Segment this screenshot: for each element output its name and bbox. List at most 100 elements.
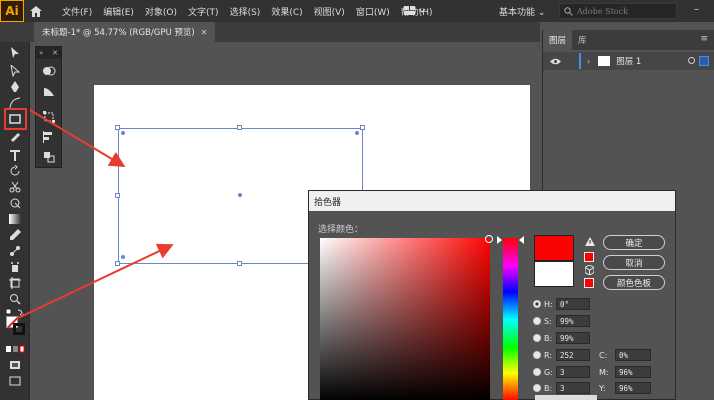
hue-field-row: H: 0°	[533, 297, 590, 311]
ok-button[interactable]: 确定	[603, 235, 665, 250]
tool-flyout-panel: « ✕	[35, 46, 62, 168]
green-label: G:	[544, 367, 553, 377]
blue-label: B:	[544, 383, 553, 393]
workspace-switcher[interactable]: 基本功能 ⌄	[499, 5, 545, 18]
red-radio[interactable]	[533, 351, 541, 359]
brightness-label: B:	[544, 333, 553, 343]
hue-slider[interactable]	[503, 238, 518, 400]
collapse-icon[interactable]: «	[39, 49, 43, 57]
search-placeholder: Adobe Stock	[577, 6, 628, 16]
pathfinder-icon[interactable]	[40, 149, 58, 165]
menu-select[interactable]: 选择(S)	[230, 5, 261, 18]
magenta-label: M:	[599, 367, 609, 377]
eye-icon[interactable]	[547, 58, 563, 65]
new-color-swatch	[534, 235, 574, 261]
align-icon[interactable]	[40, 129, 58, 145]
gamut-color-swatch[interactable]	[584, 252, 594, 262]
green-input[interactable]: 3	[556, 366, 590, 378]
layer-color-bar	[579, 53, 581, 69]
close-icon[interactable]: ✕	[52, 49, 58, 57]
menu-type[interactable]: 文字(T)	[188, 5, 219, 18]
menu-file[interactable]: 文件(F)	[62, 5, 92, 18]
arrange-documents-icon[interactable]	[404, 5, 426, 17]
hue-input[interactable]: 0°	[556, 298, 590, 310]
tab-libraries[interactable]: 库	[572, 30, 593, 50]
green-radio[interactable]	[533, 368, 541, 376]
resize-handle[interactable]	[237, 261, 242, 266]
home-icon[interactable]	[24, 0, 48, 22]
selection-tool-icon[interactable]	[5, 44, 25, 62]
chevron-right-icon[interactable]: ›	[587, 57, 590, 66]
red-field-row: R: 252	[533, 348, 590, 362]
center-point[interactable]	[238, 193, 242, 197]
screen-mode-icon[interactable]	[5, 372, 25, 390]
stock-search-input[interactable]: Adobe Stock	[559, 3, 677, 19]
magenta-input[interactable]: 96%	[615, 366, 651, 378]
anchor-point[interactable]	[355, 131, 359, 135]
tools-panel	[0, 42, 30, 400]
blue-input[interactable]: 3	[556, 382, 590, 394]
stroke-color-swatch[interactable]	[13, 323, 25, 335]
brightness-radio[interactable]	[533, 334, 541, 342]
menu-object[interactable]: 对象(O)	[145, 5, 177, 18]
anchor-point[interactable]	[121, 255, 125, 259]
menu-view[interactable]: 视图(V)	[314, 5, 345, 18]
layers-tab-bar: 图层 库 ≡	[543, 30, 714, 50]
layer-row[interactable]: › 图层 1	[543, 52, 714, 70]
web-safe-cube-icon	[584, 264, 595, 278]
resize-handle[interactable]	[360, 125, 365, 130]
dialog-title: 拾色器	[309, 191, 675, 211]
hue-radio[interactable]	[533, 300, 541, 308]
resize-handle[interactable]	[115, 125, 120, 130]
app-logo: Ai	[0, 0, 24, 22]
close-icon[interactable]: ✕	[201, 28, 208, 37]
menu-window[interactable]: 窗口(W)	[356, 5, 390, 18]
selection-indicator[interactable]	[699, 56, 709, 66]
warning-icon	[585, 237, 595, 249]
blue-field-row: B: 3	[533, 381, 590, 395]
saturation-radio[interactable]	[533, 317, 541, 325]
free-transform-icon[interactable]	[40, 109, 58, 125]
color-field[interactable]	[320, 238, 490, 400]
hex-field-edge	[535, 395, 597, 400]
select-color-label: 选择颜色：	[318, 225, 364, 235]
hue-slider-handle[interactable]	[497, 236, 502, 244]
menu-effect[interactable]: 效果(C)	[271, 5, 302, 18]
flyout-header: « ✕	[36, 47, 61, 59]
yellow-label: Y:	[599, 383, 606, 393]
hue-slider-handle[interactable]	[519, 236, 524, 244]
color-field-marker[interactable]	[485, 235, 493, 243]
color-swatches-button[interactable]: 颜色色板	[603, 275, 665, 290]
rectangle-tool-icon[interactable]	[5, 110, 25, 128]
current-color-swatch[interactable]	[534, 261, 574, 287]
hue-label: H:	[544, 299, 553, 309]
shear-tool-icon[interactable]	[40, 83, 58, 99]
saturation-input[interactable]: 99%	[556, 315, 590, 327]
cyan-field-row: C: 0%	[599, 348, 651, 362]
web-safe-color-swatch[interactable]	[584, 278, 594, 288]
tab-layers[interactable]: 图层	[543, 30, 573, 50]
saturation-field-row: S: 99%	[533, 314, 590, 328]
yellow-input[interactable]: 96%	[615, 382, 651, 394]
panel-menu-icon[interactable]: ≡	[700, 34, 708, 44]
red-input[interactable]: 252	[556, 349, 590, 361]
document-tab[interactable]: 未标题-1* @ 54.77% (RGB/GPU 预览) ✕	[34, 22, 216, 42]
layer-name[interactable]: 图层 1	[616, 55, 641, 67]
target-icon[interactable]	[688, 57, 695, 64]
document-tab-label: 未标题-1* @ 54.77% (RGB/GPU 预览)	[42, 28, 195, 38]
cancel-button[interactable]: 取消	[603, 255, 665, 270]
menu-bar: Ai 文件(F) 编辑(E) 对象(O) 文字(T) 选择(S) 效果(C) 视…	[0, 0, 714, 22]
cyan-input[interactable]: 0%	[615, 349, 651, 361]
chevron-down-icon: ⌄	[537, 8, 546, 18]
resize-handle[interactable]	[115, 261, 120, 266]
brightness-input[interactable]: 99%	[556, 332, 590, 344]
minimize-button[interactable]: –	[694, 4, 699, 15]
brightness-field-row: B: 99%	[533, 331, 590, 345]
resize-handle[interactable]	[237, 125, 242, 130]
anchor-point[interactable]	[121, 131, 125, 135]
blue-radio[interactable]	[533, 384, 541, 392]
resize-handle[interactable]	[115, 193, 120, 198]
red-label: R:	[544, 350, 553, 360]
menu-edit[interactable]: 编辑(E)	[103, 5, 134, 18]
shape-builder-icon[interactable]	[40, 63, 58, 79]
